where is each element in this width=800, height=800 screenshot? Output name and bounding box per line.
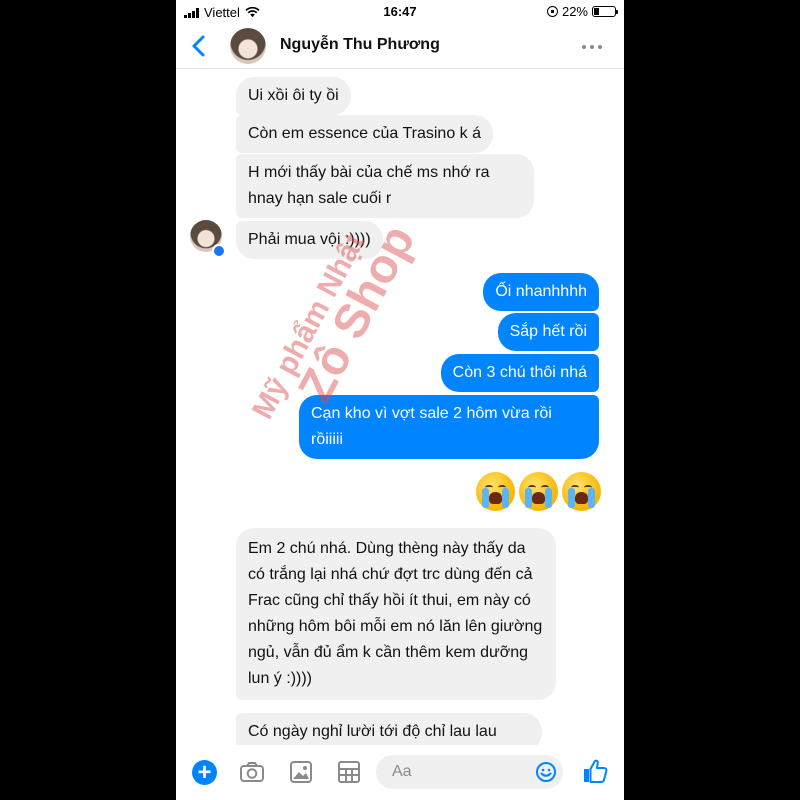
rotation-lock-icon	[546, 6, 558, 17]
contact-avatar[interactable]	[230, 28, 266, 64]
camera-icon[interactable]	[239, 760, 265, 784]
message-bubble-incoming[interactable]: Ui xồi ôi ty ồi	[236, 77, 351, 115]
emoji-message[interactable]	[476, 472, 601, 511]
message-list[interactable]: Ui xồi ôi ty ồi Còn em essence của Trasi…	[176, 69, 624, 745]
message-input[interactable]: Aa	[376, 755, 563, 789]
message-bubble-incoming[interactable]: H mới thấy bài của chế ms nhớ ra hnay hạ…	[236, 154, 534, 218]
battery-icon	[592, 6, 618, 17]
message-bubble-outgoing[interactable]: Ối nhanhhhh	[483, 273, 599, 311]
messenger-badge-icon	[212, 244, 226, 258]
message-bubble-outgoing[interactable]: Còn 3 chú thôi nhá	[440, 354, 599, 392]
battery-percent: 22%	[561, 4, 588, 19]
sticker-grid-icon[interactable]	[336, 760, 362, 784]
crying-face-icon	[476, 472, 515, 511]
back-chevron-icon[interactable]	[186, 32, 214, 60]
message-input-placeholder: Aa	[392, 763, 412, 780]
message-bubble-incoming[interactable]: Phải mua vội :))))	[236, 221, 383, 259]
crying-face-icon	[562, 472, 601, 511]
more-options-icon[interactable]	[582, 44, 602, 50]
add-icon[interactable]: +	[192, 760, 217, 785]
emoji-icon[interactable]	[535, 761, 557, 783]
message-bubble-incoming[interactable]: Còn em essence của Trasino k á	[236, 115, 494, 153]
status-bar: Viettel 16:47 22%	[176, 0, 624, 24]
contact-name[interactable]: Nguyễn Thu Phương	[280, 36, 440, 54]
thumbs-up-icon[interactable]	[581, 757, 609, 785]
message-bubble-outgoing[interactable]: Cạn kho vì vợt sale 2 hôm vừa rồi rồiiii…	[299, 395, 599, 459]
composer-bar: + Aa	[176, 745, 624, 800]
message-bubble-incoming[interactable]: Có ngày nghỉ lười tới độ chỉ lau lau	[236, 713, 542, 745]
message-bubble-incoming[interactable]: Em 2 chú nhá. Dùng thèng này thấy da có …	[236, 528, 556, 700]
messenger-screen: Viettel 16:47 22% Nguyễn Thu Phương Ui x…	[176, 0, 624, 800]
message-bubble-outgoing[interactable]: Sắp hết rồi	[497, 313, 599, 351]
crying-face-icon	[519, 472, 558, 511]
chat-header: Nguyễn Thu Phương	[176, 24, 624, 69]
gallery-icon[interactable]	[288, 760, 314, 784]
